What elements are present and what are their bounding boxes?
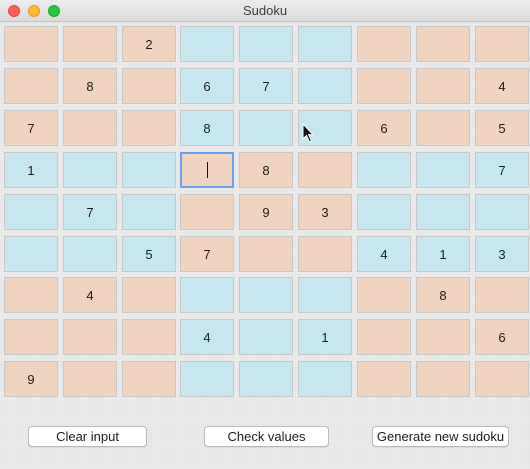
sudoku-cell-r8-c4[interactable]: 4 (180, 319, 234, 355)
mouse-cursor-icon (302, 123, 314, 143)
sudoku-cell-r4-c8[interactable] (416, 152, 470, 188)
sudoku-cell-r8-c2[interactable] (63, 319, 117, 355)
sudoku-cell-r8-c9[interactable]: 6 (475, 319, 529, 355)
check-values-button[interactable]: Check values (204, 426, 329, 447)
sudoku-cell-r9-c3[interactable] (122, 361, 176, 397)
clear-input-button[interactable]: Clear input (28, 426, 147, 447)
sudoku-cell-r5-c1[interactable] (4, 194, 58, 230)
sudoku-window: Sudoku 28674786518779357413484169 Clear … (0, 0, 530, 469)
sudoku-cell-r4-c2[interactable] (63, 152, 117, 188)
sudoku-cell-r6-c6[interactable] (298, 236, 352, 272)
generate-new-sudoku-button[interactable]: Generate new sudoku (372, 426, 509, 447)
sudoku-cell-r7-c9[interactable] (475, 277, 529, 313)
text-caret (206, 162, 208, 178)
sudoku-cell-r2-c5[interactable]: 7 (239, 68, 293, 104)
sudoku-cell-r5-c7[interactable] (357, 194, 411, 230)
sudoku-cell-r8-c5[interactable] (239, 319, 293, 355)
sudoku-cell-r5-c9[interactable] (475, 194, 529, 230)
sudoku-cell-r3-c2[interactable] (63, 110, 117, 146)
sudoku-cell-r4-c3[interactable] (122, 152, 176, 188)
sudoku-cell-r4-c5[interactable]: 8 (239, 152, 293, 188)
sudoku-cell-r7-c7[interactable] (357, 277, 411, 313)
sudoku-cell-r7-c4[interactable] (180, 277, 234, 313)
sudoku-cell-r9-c4[interactable] (180, 361, 234, 397)
sudoku-cell-r7-c3[interactable] (122, 277, 176, 313)
sudoku-cell-r7-c8[interactable]: 8 (416, 277, 470, 313)
sudoku-cell-r7-c6[interactable] (298, 277, 352, 313)
sudoku-cell-r9-c6[interactable] (298, 361, 352, 397)
sudoku-cell-r9-c2[interactable] (63, 361, 117, 397)
sudoku-cell-r3-c7[interactable]: 6 (357, 110, 411, 146)
sudoku-cell-r6-c5[interactable] (239, 236, 293, 272)
sudoku-cell-r1-c3[interactable]: 2 (122, 26, 176, 62)
sudoku-cell-r3-c4[interactable]: 8 (180, 110, 234, 146)
sudoku-cell-r1-c7[interactable] (357, 26, 411, 62)
sudoku-cell-r9-c5[interactable] (239, 361, 293, 397)
sudoku-cell-r9-c7[interactable] (357, 361, 411, 397)
sudoku-cell-r2-c7[interactable] (357, 68, 411, 104)
sudoku-cell-r9-c1[interactable]: 9 (4, 361, 58, 397)
sudoku-cell-r2-c8[interactable] (416, 68, 470, 104)
sudoku-cell-r6-c8[interactable]: 1 (416, 236, 470, 272)
sudoku-cell-r2-c2[interactable]: 8 (63, 68, 117, 104)
title-bar[interactable]: Sudoku (0, 0, 530, 22)
sudoku-cell-r1-c1[interactable] (4, 26, 58, 62)
sudoku-cell-r1-c5[interactable] (239, 26, 293, 62)
sudoku-cell-r2-c6[interactable] (298, 68, 352, 104)
sudoku-cell-r3-c8[interactable] (416, 110, 470, 146)
sudoku-cell-r9-c9[interactable] (475, 361, 529, 397)
sudoku-cell-r3-c9[interactable]: 5 (475, 110, 529, 146)
sudoku-cell-r4-c9[interactable]: 7 (475, 152, 529, 188)
sudoku-cell-r2-c3[interactable] (122, 68, 176, 104)
sudoku-cell-r9-c8[interactable] (416, 361, 470, 397)
sudoku-cell-r3-c3[interactable] (122, 110, 176, 146)
sudoku-cell-r3-c1[interactable]: 7 (4, 110, 58, 146)
sudoku-cell-r8-c3[interactable] (122, 319, 176, 355)
sudoku-cell-r1-c8[interactable] (416, 26, 470, 62)
sudoku-cell-r2-c4[interactable]: 6 (180, 68, 234, 104)
sudoku-cell-r7-c2[interactable]: 4 (63, 277, 117, 313)
sudoku-cell-r3-c5[interactable] (239, 110, 293, 146)
sudoku-cell-r5-c8[interactable] (416, 194, 470, 230)
sudoku-cell-r5-c3[interactable] (122, 194, 176, 230)
sudoku-cell-r1-c9[interactable] (475, 26, 529, 62)
sudoku-cell-r2-c9[interactable]: 4 (475, 68, 529, 104)
sudoku-cell-r6-c3[interactable]: 5 (122, 236, 176, 272)
sudoku-cell-r4-c7[interactable] (357, 152, 411, 188)
sudoku-cell-r8-c7[interactable] (357, 319, 411, 355)
sudoku-cell-r2-c1[interactable] (4, 68, 58, 104)
sudoku-cell-r7-c5[interactable] (239, 277, 293, 313)
sudoku-cell-r4-c1[interactable]: 1 (4, 152, 58, 188)
sudoku-cell-r1-c4[interactable] (180, 26, 234, 62)
sudoku-cell-r6-c9[interactable]: 3 (475, 236, 529, 272)
sudoku-cell-r1-c2[interactable] (63, 26, 117, 62)
sudoku-cell-r5-c2[interactable]: 7 (63, 194, 117, 230)
sudoku-cell-r8-c1[interactable] (4, 319, 58, 355)
sudoku-cell-r8-c6[interactable]: 1 (298, 319, 352, 355)
window-title: Sudoku (242, 3, 288, 18)
sudoku-cell-r4-c6[interactable] (298, 152, 352, 188)
sudoku-cell-r6-c2[interactable] (63, 236, 117, 272)
sudoku-cell-r5-c4[interactable] (180, 194, 234, 230)
sudoku-cell-r5-c5[interactable]: 9 (239, 194, 293, 230)
sudoku-cell-r6-c1[interactable] (4, 236, 58, 272)
sudoku-cell-r4-c4[interactable] (180, 152, 234, 188)
sudoku-cell-r1-c6[interactable] (298, 26, 352, 62)
sudoku-cell-r6-c4[interactable]: 7 (180, 236, 234, 272)
sudoku-cell-r6-c7[interactable]: 4 (357, 236, 411, 272)
sudoku-cell-r5-c6[interactable]: 3 (298, 194, 352, 230)
sudoku-cell-r7-c1[interactable] (4, 277, 58, 313)
sudoku-cell-r8-c8[interactable] (416, 319, 470, 355)
